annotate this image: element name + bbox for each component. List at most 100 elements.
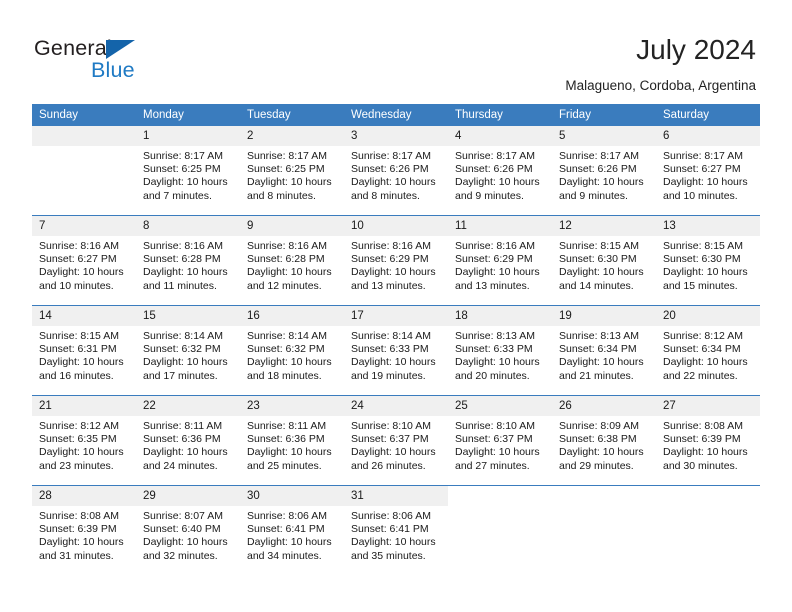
calendar-day-cell[interactable]: 8 Sunrise: 8:16 AM Sunset: 6:28 PM Daylight… [136,215,240,306]
day-daylight2-text: and 31 minutes. [39,549,114,562]
day-number [448,486,552,506]
day-daylight2-text: and 13 minutes. [455,279,530,292]
day-number [656,486,760,506]
sunrise-sunset-calendar-table: Sunday Monday Tuesday Wednesday Thursday… [32,104,760,575]
day-sunset-text: Sunset: 6:40 PM [143,523,221,536]
day-sunset-text: Sunset: 6:26 PM [455,163,533,176]
day-number: 10 [344,216,448,236]
calendar-day-cell[interactable]: 18 Sunrise: 8:13 AM Sunset: 6:33 PM Dayligh… [448,305,552,396]
day-number: 2 [240,126,344,146]
calendar-day-cell[interactable]: 6 Sunrise: 8:17 AM Sunset: 6:27 PM Daylight… [656,126,760,216]
weekday-header-thursday: Thursday [448,104,552,126]
day-number: 18 [448,306,552,326]
day-number: 28 [32,486,136,506]
day-daylight2-text: and 14 minutes. [559,279,634,292]
calendar-day-cell[interactable]: 11 Sunrise: 8:16 AM Sunset: 6:29 PM Dayligh… [448,215,552,306]
day-number: 9 [240,216,344,236]
day-number: 21 [32,396,136,416]
day-daylight1-text: Daylight: 10 hours [247,266,332,279]
day-details: Sunrise: 8:11 AM Sunset: 6:36 PM Daylight:… [136,416,240,473]
day-daylight2-text: and 12 minutes. [247,279,322,292]
day-daylight1-text: Daylight: 10 hours [351,176,436,189]
day-number: 16 [240,306,344,326]
day-daylight2-text: and 32 minutes. [143,549,218,562]
calendar-day-cell[interactable]: 2 Sunrise: 8:17 AM Sunset: 6:25 PM Daylight… [240,126,344,216]
calendar-day-cell[interactable]: 20 Sunrise: 8:12 AM Sunset: 6:34 PM Dayligh… [656,305,760,396]
calendar-day-cell[interactable]: 7 Sunrise: 8:16 AM Sunset: 6:27 PM Daylight… [32,215,136,306]
day-details: Sunrise: 8:17 AM Sunset: 6:26 PM Daylight:… [448,146,552,203]
day-details: Sunrise: 8:13 AM Sunset: 6:33 PM Daylight:… [448,326,552,383]
day-sunrise-text: Sunrise: 8:17 AM [559,150,639,162]
day-details: Sunrise: 8:15 AM Sunset: 6:30 PM Daylight:… [656,236,760,293]
day-daylight1-text: Daylight: 10 hours [455,266,540,279]
calendar-day-cell[interactable]: 14 Sunrise: 8:15 AM Sunset: 6:31 PM Dayligh… [32,305,136,396]
calendar-day-cell[interactable]: 28 Sunrise: 8:08 AM Sunset: 6:39 PM Dayligh… [32,485,136,575]
calendar-day-cell[interactable]: 3 Sunrise: 8:17 AM Sunset: 6:26 PM Daylight… [344,126,448,216]
day-details: Sunrise: 8:17 AM Sunset: 6:26 PM Daylight:… [344,146,448,203]
day-details: Sunrise: 8:10 AM Sunset: 6:37 PM Daylight:… [344,416,448,473]
day-details: Sunrise: 8:16 AM Sunset: 6:29 PM Daylight:… [448,236,552,293]
calendar-day-cell[interactable]: 24 Sunrise: 8:10 AM Sunset: 6:37 PM Dayligh… [344,395,448,486]
day-sunrise-text: Sunrise: 8:13 AM [455,330,535,342]
day-sunrise-text: Sunrise: 8:06 AM [247,510,327,522]
day-sunrise-text: Sunrise: 8:15 AM [663,240,743,252]
day-sunrise-text: Sunrise: 8:14 AM [247,330,327,342]
calendar-body: 1 Sunrise: 8:17 AM Sunset: 6:25 PM Daylight… [32,126,760,575]
calendar-day-cell[interactable]: 23 Sunrise: 8:11 AM Sunset: 6:36 PM Dayligh… [240,395,344,486]
day-daylight2-text: and 20 minutes. [455,369,530,382]
calendar-day-cell[interactable]: 10 Sunrise: 8:16 AM Sunset: 6:29 PM Dayligh… [344,215,448,306]
calendar-day-cell[interactable]: 26 Sunrise: 8:09 AM Sunset: 6:38 PM Dayligh… [552,395,656,486]
calendar-day-cell[interactable]: 16 Sunrise: 8:14 AM Sunset: 6:32 PM Dayligh… [240,305,344,396]
day-daylight1-text: Daylight: 10 hours [143,266,228,279]
day-sunrise-text: Sunrise: 8:14 AM [143,330,223,342]
calendar-day-cell[interactable]: 25 Sunrise: 8:10 AM Sunset: 6:37 PM Dayligh… [448,395,552,486]
day-sunset-text: Sunset: 6:34 PM [559,343,637,356]
day-daylight2-text: and 15 minutes. [663,279,738,292]
calendar-day-cell[interactable]: 22 Sunrise: 8:11 AM Sunset: 6:36 PM Dayligh… [136,395,240,486]
day-sunset-text: Sunset: 6:38 PM [559,433,637,446]
day-daylight2-text: and 8 minutes. [351,189,420,202]
page-header: General Blue July 2024 Malagueno, Cordob… [0,0,792,104]
day-number: 5 [552,126,656,146]
day-daylight1-text: Daylight: 10 hours [559,356,644,369]
calendar-day-cell[interactable]: 4 Sunrise: 8:17 AM Sunset: 6:26 PM Daylight… [448,126,552,216]
day-daylight2-text: and 13 minutes. [351,279,426,292]
general-blue-logo[interactable]: General Blue [34,36,234,84]
calendar-cell-void [656,485,760,575]
day-number: 1 [136,126,240,146]
calendar-day-cell[interactable]: 17 Sunrise: 8:14 AM Sunset: 6:33 PM Dayligh… [344,305,448,396]
calendar-cell-void [448,485,552,575]
day-daylight1-text: Daylight: 10 hours [559,266,644,279]
day-details: Sunrise: 8:17 AM Sunset: 6:26 PM Daylight:… [552,146,656,203]
day-number: 15 [136,306,240,326]
logo-text-blue: Blue [91,58,135,82]
calendar-day-cell[interactable]: 31 Sunrise: 8:06 AM Sunset: 6:41 PM Dayligh… [344,485,448,575]
calendar-day-cell[interactable]: 1 Sunrise: 8:17 AM Sunset: 6:25 PM Daylight… [136,126,240,216]
day-daylight1-text: Daylight: 10 hours [247,176,332,189]
day-daylight2-text: and 9 minutes. [559,189,628,202]
day-daylight1-text: Daylight: 10 hours [351,356,436,369]
day-daylight2-text: and 16 minutes. [39,369,114,382]
calendar-day-cell[interactable]: 13 Sunrise: 8:15 AM Sunset: 6:30 PM Dayligh… [656,215,760,306]
day-details: Sunrise: 8:06 AM Sunset: 6:41 PM Daylight:… [344,506,448,563]
day-sunrise-text: Sunrise: 8:17 AM [143,150,223,162]
calendar-day-cell[interactable]: 21 Sunrise: 8:12 AM Sunset: 6:35 PM Dayligh… [32,395,136,486]
calendar-day-cell[interactable]: 5 Sunrise: 8:17 AM Sunset: 6:26 PM Daylight… [552,126,656,216]
calendar-day-cell[interactable]: 19 Sunrise: 8:13 AM Sunset: 6:34 PM Dayligh… [552,305,656,396]
calendar-day-cell[interactable]: 29 Sunrise: 8:07 AM Sunset: 6:40 PM Dayligh… [136,485,240,575]
day-number: 12 [552,216,656,236]
calendar-day-cell[interactable]: 27 Sunrise: 8:08 AM Sunset: 6:39 PM Dayligh… [656,395,760,486]
calendar-day-cell[interactable]: 12 Sunrise: 8:15 AM Sunset: 6:30 PM Dayligh… [552,215,656,306]
day-sunrise-text: Sunrise: 8:16 AM [247,240,327,252]
day-sunset-text: Sunset: 6:26 PM [351,163,429,176]
calendar-week-row: 21 Sunrise: 8:12 AM Sunset: 6:35 PM Dayligh… [32,395,760,486]
calendar-day-cell[interactable]: 15 Sunrise: 8:14 AM Sunset: 6:32 PM Dayligh… [136,305,240,396]
day-daylight2-text: and 26 minutes. [351,459,426,472]
calendar-day-cell[interactable]: 30 Sunrise: 8:06 AM Sunset: 6:41 PM Dayligh… [240,485,344,575]
day-details: Sunrise: 8:08 AM Sunset: 6:39 PM Daylight:… [656,416,760,473]
calendar-day-cell[interactable]: 9 Sunrise: 8:16 AM Sunset: 6:28 PM Daylight… [240,215,344,306]
day-number: 29 [136,486,240,506]
day-sunrise-text: Sunrise: 8:11 AM [247,420,327,432]
day-sunrise-text: Sunrise: 8:15 AM [559,240,639,252]
day-details: Sunrise: 8:14 AM Sunset: 6:32 PM Daylight:… [136,326,240,383]
